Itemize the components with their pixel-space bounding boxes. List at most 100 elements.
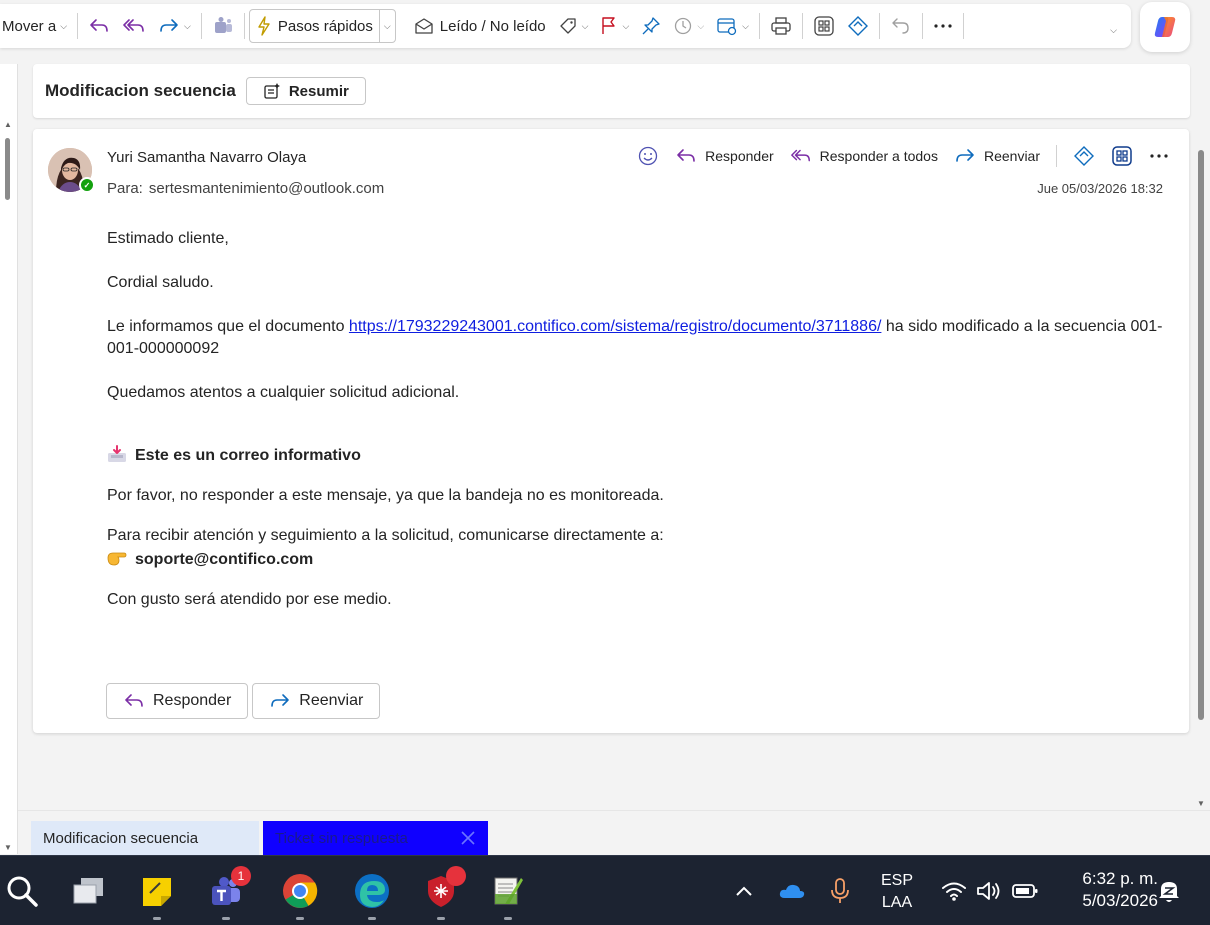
toolbar-divider [878, 13, 880, 39]
scrollbar-thumb[interactable] [1198, 150, 1204, 720]
toolbar-divider [243, 13, 245, 39]
reaction-button[interactable] [637, 145, 659, 167]
copilot-button[interactable] [1140, 2, 1190, 52]
pointing-hand-icon [107, 552, 127, 566]
chevron-down-icon[interactable]: ⌵ [184, 21, 191, 32]
tab-label: Modificacion secuencia [43, 829, 199, 847]
running-indicator [296, 917, 304, 920]
volume-tray-button[interactable] [970, 872, 1008, 910]
lightning-icon [258, 16, 270, 36]
scroll-down-icon[interactable]: ▼ [4, 843, 12, 852]
scroll-down-icon[interactable]: ▼ [1197, 799, 1205, 808]
notepad-taskbar-button[interactable] [489, 872, 527, 920]
snooze-button[interactable]: ⌵ [667, 10, 710, 42]
body-no-reply: Por favor, no responder a este mensaje, … [107, 487, 664, 504]
footer-buttons: Responder Reenviar [106, 683, 384, 719]
task-view-button[interactable] [70, 872, 108, 910]
clock-icon [675, 17, 692, 35]
body-paragraph: Le informamos que el documento https://1… [107, 316, 1167, 360]
loop-action[interactable] [1073, 145, 1095, 167]
sender-name[interactable]: Yuri Samantha Navarro Olaya [107, 149, 306, 166]
forward-button[interactable]: ⌵ [152, 10, 197, 42]
wifi-icon [942, 882, 966, 901]
onedrive-tray-button[interactable] [773, 872, 811, 910]
body-greeting: Estimado cliente, [107, 230, 229, 247]
clock-time: 6:32 p. m. [1082, 869, 1158, 888]
recipient-address[interactable]: sertesmantenimiento@outlook.com [149, 180, 384, 197]
running-indicator [222, 917, 230, 920]
running-indicator [368, 917, 376, 920]
notifications-button[interactable] [1150, 872, 1188, 910]
edge-icon [355, 874, 389, 908]
reply-all-action[interactable]: Responder a todos [790, 147, 938, 165]
loop-icon [847, 16, 868, 36]
rules-button[interactable]: ⌵ [710, 10, 755, 42]
search-taskbar-button[interactable] [3, 872, 41, 910]
body-salutation: Cordial saludo. [107, 274, 214, 291]
footer-forward-button[interactable]: Reenviar [252, 683, 381, 719]
toolbar-collapse-button[interactable]: ⌵ [1100, 14, 1123, 46]
edge-taskbar-button[interactable] [353, 872, 391, 920]
read-unread-button[interactable]: Leído / No leído [408, 10, 552, 42]
tab-ticket-sin-respuesta[interactable]: Ticket sin respuesta [263, 821, 488, 855]
reply-action[interactable]: Responder [675, 147, 774, 165]
chevron-down-icon: ⌵ [697, 20, 705, 31]
microphone-tray-button[interactable] [821, 872, 859, 910]
show-hidden-icons-button[interactable] [725, 872, 763, 910]
inbox-tray-icon [108, 445, 126, 462]
loop-button[interactable] [841, 10, 875, 42]
summarize-label: Resumir [288, 82, 349, 100]
quick-steps-dropdown[interactable]: ⌵ [380, 10, 395, 42]
document-link[interactable]: https://1793229243001.contifico.com/sist… [349, 318, 881, 335]
battery-tray-button[interactable] [1006, 872, 1044, 910]
move-to-button[interactable]: Mover a ⌵ [0, 10, 73, 42]
undo-button[interactable] [884, 10, 918, 42]
reply-icon [677, 149, 695, 162]
teams-share-button[interactable] [206, 10, 240, 42]
apps-button[interactable] [807, 10, 841, 42]
info-title: Este es un correo informativo [135, 447, 361, 464]
printer-icon [771, 17, 791, 35]
chevron-down-icon: ⌵ [1110, 24, 1117, 35]
chevron-up-icon [736, 886, 752, 896]
more-icon [1150, 154, 1168, 158]
reading-pane-scrollbar[interactable]: ▼ [1194, 130, 1208, 810]
pin-button[interactable] [635, 10, 667, 42]
more-actions-button[interactable] [1149, 153, 1169, 159]
reply-all-button[interactable] [116, 10, 152, 42]
categorize-button[interactable]: ⌵ [552, 10, 595, 42]
close-icon[interactable] [458, 828, 478, 848]
apps-action[interactable] [1111, 145, 1133, 167]
language-indicator[interactable]: ESP LAA [874, 870, 920, 914]
search-icon [7, 876, 38, 907]
flag-icon [602, 17, 616, 34]
clock[interactable]: 6:32 p. m. 5/03/2026 [1058, 868, 1158, 912]
tab-modificacion-secuencia[interactable]: Modificacion secuencia [31, 821, 259, 855]
running-indicator [437, 917, 445, 920]
teams-taskbar-button[interactable]: 1 [207, 866, 251, 920]
chrome-taskbar-button[interactable] [281, 872, 319, 920]
support-email[interactable]: soporte@contifico.com [135, 551, 313, 568]
forward-action[interactable]: Reenviar [954, 147, 1040, 165]
summarize-button[interactable]: Resumir [245, 77, 366, 105]
body-contact-intro: Para recibir atención y seguimiento a la… [107, 527, 664, 544]
quick-steps-button[interactable]: Pasos rápidos [250, 10, 379, 42]
footer-reply-button[interactable]: Responder [106, 683, 249, 719]
forward-icon [271, 694, 290, 707]
network-tray-button[interactable] [935, 872, 973, 910]
forward-icon [956, 149, 974, 162]
chevron-down-icon: ⌵ [581, 20, 589, 31]
forward-icon [160, 19, 178, 32]
flag-button[interactable]: ⌵ [594, 10, 635, 42]
sticky-notes-button[interactable] [138, 872, 176, 920]
print-button[interactable] [764, 10, 798, 42]
left-scroll-strip: ▲ ▼ [0, 64, 18, 854]
vpn-taskbar-button[interactable] [422, 866, 466, 920]
undo-icon [892, 18, 909, 34]
scroll-up-icon[interactable]: ▲ [4, 120, 12, 129]
chrome-icon [283, 874, 318, 908]
scrollbar-thumb[interactable] [5, 138, 10, 200]
more-options-button[interactable] [927, 10, 959, 42]
toolbar-divider [77, 13, 79, 39]
reply-button[interactable] [82, 10, 116, 42]
